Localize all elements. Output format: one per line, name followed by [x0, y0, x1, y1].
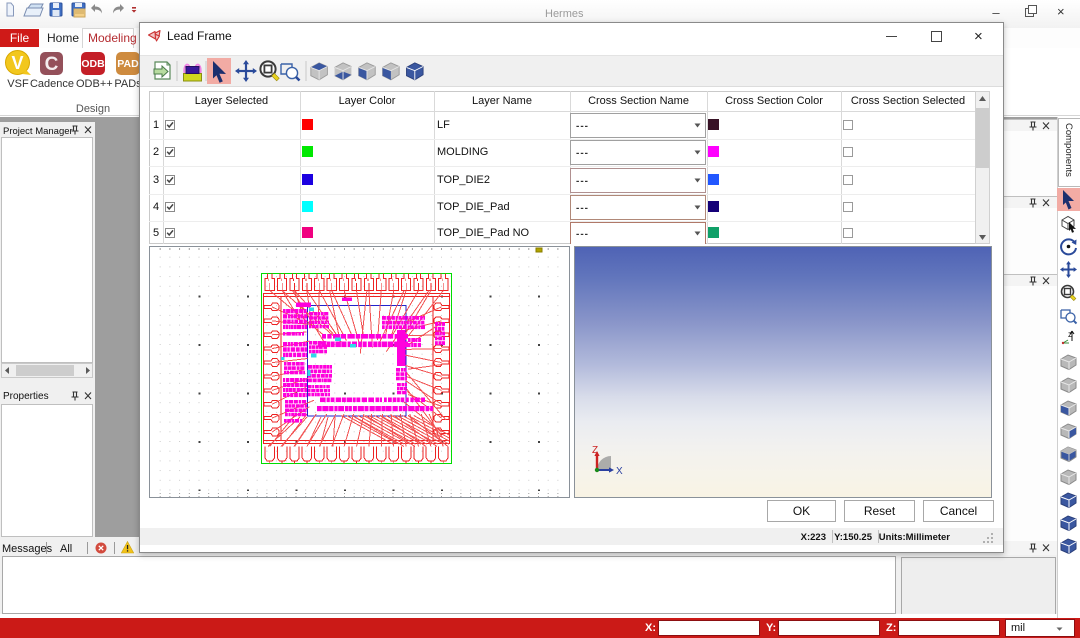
svg-text:ODB: ODB	[81, 58, 105, 70]
svg-text:PAD: PAD	[117, 58, 139, 70]
svg-text:X: X	[616, 466, 623, 477]
svg-text:V: V	[11, 53, 23, 73]
svg-text:C: C	[45, 54, 59, 75]
